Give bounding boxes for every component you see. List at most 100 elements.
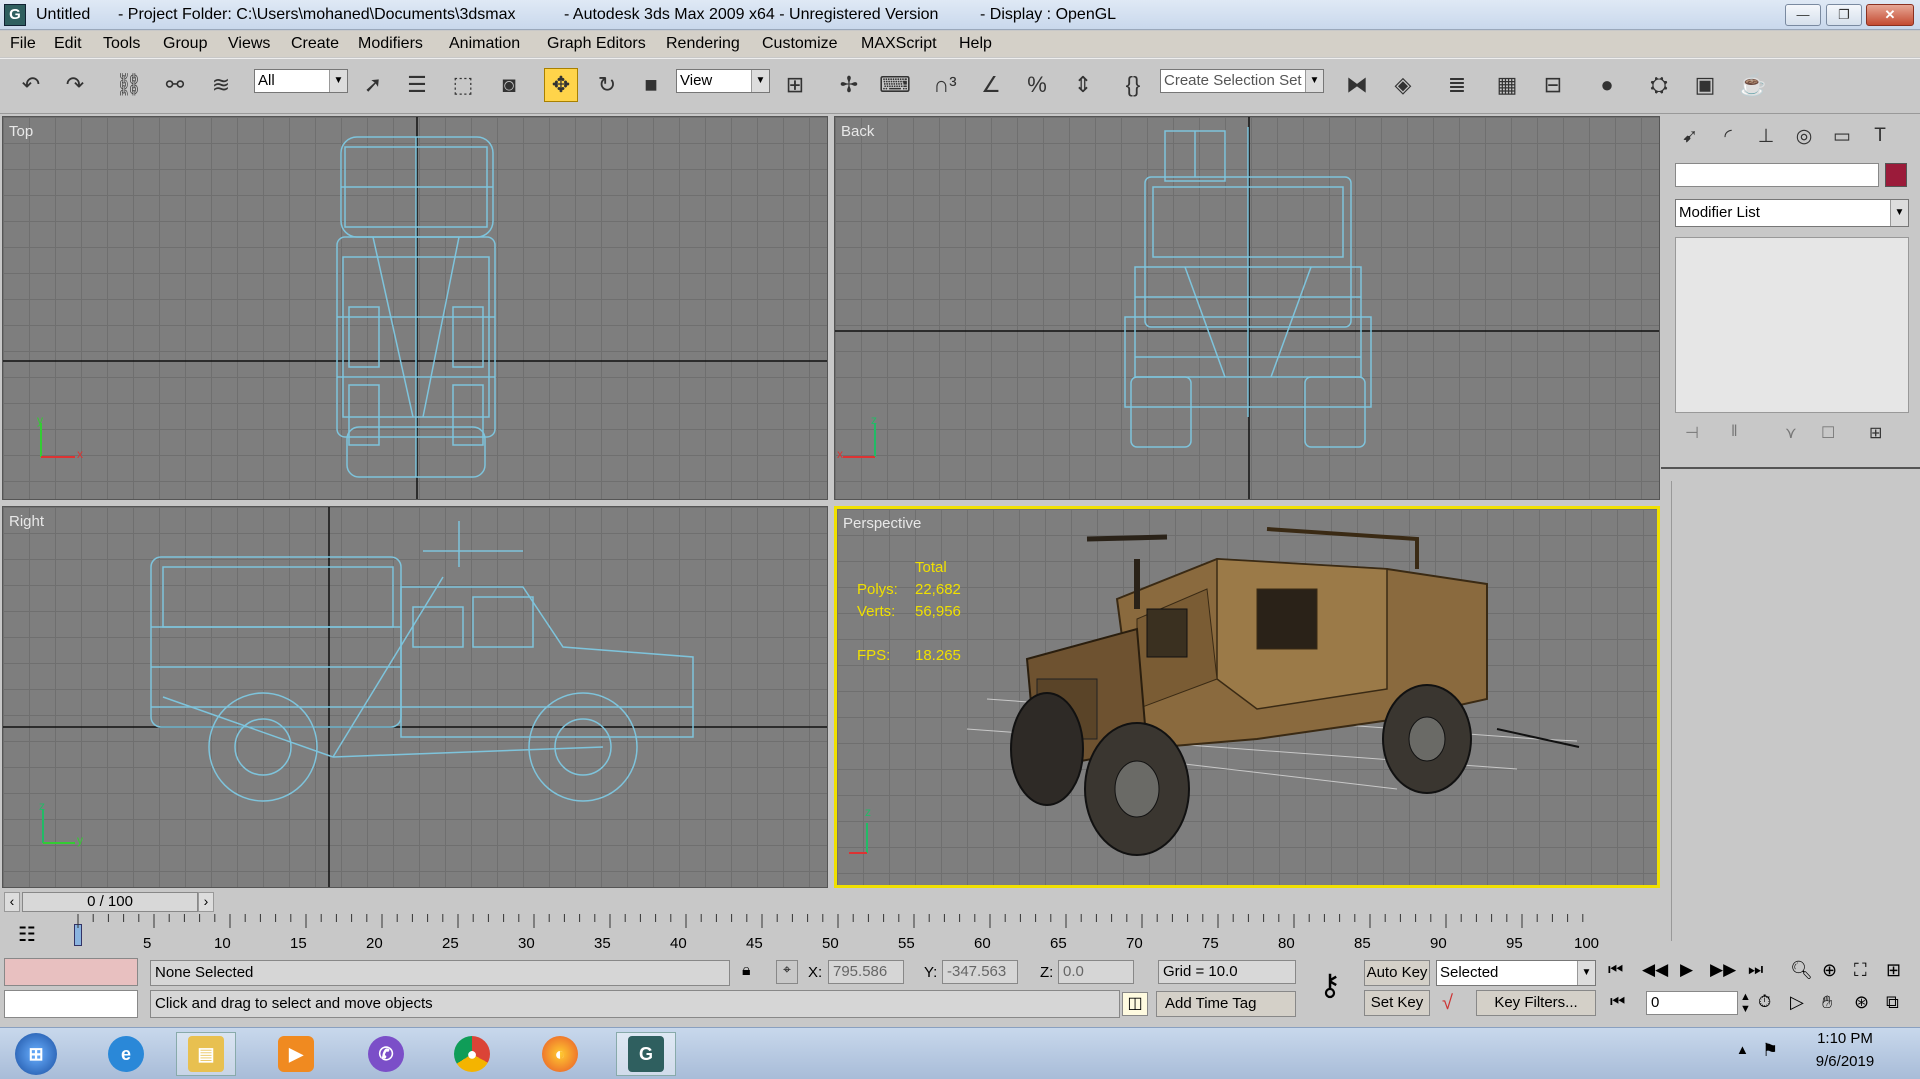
modify-tab-icon[interactable]: ◜ (1711, 121, 1745, 151)
app-icon[interactable]: G (4, 4, 26, 26)
make-unique-icon[interactable]: ⋎ (1785, 423, 1797, 443)
menu-help[interactable]: Help (959, 35, 992, 53)
key-filters-button[interactable]: Key Filters... (1476, 990, 1596, 1016)
create-tab-icon[interactable]: ➹ (1673, 121, 1707, 151)
selection-filter-dropdown[interactable]: All ▼ (254, 69, 348, 93)
pin-stack-icon[interactable]: ⊣ (1685, 423, 1699, 443)
key-mode-dropdown[interactable]: Selected ▼ (1436, 960, 1596, 986)
internet-explorer-icon[interactable]: e (96, 1032, 156, 1076)
set-key-button[interactable]: Set Key (1364, 990, 1430, 1016)
viber-icon[interactable]: ✆ (356, 1032, 416, 1076)
play-icon[interactable]: ▶ (1680, 960, 1693, 980)
file-explorer-icon[interactable]: ▤ (176, 1032, 236, 1076)
close-button[interactable]: ✕ (1866, 4, 1914, 26)
auto-key-button[interactable]: Auto Key (1364, 960, 1430, 986)
next-frame-icon[interactable]: ▶▶ (1710, 960, 1736, 980)
x-coord-field[interactable]: 795.586 (828, 960, 904, 984)
snap-3-icon[interactable]: ∩³ (928, 68, 962, 102)
rotate-icon[interactable]: ↻ (590, 68, 624, 102)
redo-icon[interactable]: ↷ (58, 68, 92, 102)
go-to-end-icon[interactable]: ⏭ (1748, 960, 1763, 980)
set-key-icon[interactable]: ⚷ (1310, 968, 1350, 1008)
hierarchy-tab-icon[interactable]: ⊥ (1749, 121, 1783, 151)
motion-tab-icon[interactable]: ◎ (1787, 121, 1821, 151)
align-icon[interactable]: ◈ (1386, 68, 1420, 102)
mini-curve-editor-icon[interactable]: ☷ (18, 922, 36, 947)
object-color-swatch[interactable] (1885, 163, 1907, 187)
menu-create[interactable]: Create (291, 35, 339, 53)
zoom-extents-all-icon[interactable]: ⊞ (1886, 960, 1901, 981)
viewport-top[interactable]: Top y x (2, 116, 828, 500)
frame-spinner-icon[interactable]: ▲ ▼ (1740, 991, 1751, 1015)
track-bar[interactable]: ☷ 5 10 15 20 25 30 35 40 45 50 55 60 65 … (0, 914, 1660, 956)
clock-date[interactable]: 9/6/2019 (1800, 1053, 1890, 1070)
orbit-icon[interactable]: ⊛ (1854, 992, 1869, 1013)
time-config-icon[interactable]: ⏱ (1758, 992, 1771, 1012)
viewport-back[interactable]: Back z x (834, 116, 1660, 500)
3dsmax-icon[interactable]: G (616, 1032, 676, 1076)
absolute-mode-icon[interactable]: ⌖ (776, 960, 798, 984)
menu-views[interactable]: Views (228, 35, 270, 53)
select-link-icon[interactable]: ⛓ (112, 68, 146, 102)
scale-icon[interactable]: ■ (634, 68, 668, 102)
configure-modifier-sets-icon[interactable]: ⊞ (1869, 423, 1882, 443)
restore-button[interactable]: ❐ (1826, 4, 1862, 26)
menu-maxscript[interactable]: MAXScript (861, 35, 937, 53)
go-to-start-icon[interactable]: ⏮ (1608, 960, 1623, 980)
add-time-tag-button[interactable]: Add Time Tag (1156, 991, 1296, 1017)
show-hidden-icons-icon[interactable]: ▲ (1736, 1042, 1749, 1057)
keyboard-shortcut-icon[interactable]: ⌨ (878, 68, 912, 102)
menu-graph-editors[interactable]: Graph Editors (547, 35, 646, 53)
zoom-icon[interactable]: 🔍︎ (1790, 960, 1813, 981)
unlink-icon[interactable]: ⚯ (158, 68, 192, 102)
menu-rendering[interactable]: Rendering (666, 35, 740, 53)
menu-edit[interactable]: Edit (54, 35, 82, 53)
percent-snap-icon[interactable]: % (1020, 68, 1054, 102)
material-editor-icon[interactable]: ● (1590, 68, 1624, 102)
ref-coord-dropdown[interactable]: View ▼ (676, 69, 770, 93)
y-coord-field[interactable]: -347.563 (942, 960, 1018, 984)
move-icon[interactable]: ✥ (544, 68, 578, 102)
selection-set-dropdown[interactable]: Create Selection Set ▼ (1160, 69, 1324, 93)
select-object-icon[interactable]: ➚ (356, 68, 390, 102)
menu-customize[interactable]: Customize (762, 35, 838, 53)
manipulate-icon[interactable]: ✢ (832, 68, 866, 102)
modifier-list-dropdown[interactable]: Modifier List ▼ (1675, 199, 1909, 227)
rect-select-icon[interactable]: ⬚ (446, 68, 480, 102)
menu-file[interactable]: File (10, 35, 36, 53)
pan-icon[interactable]: ✋︎ (1822, 992, 1832, 1013)
default-tangents-icon[interactable]: √ (1442, 992, 1453, 1015)
object-name-field[interactable] (1675, 163, 1879, 187)
maxscript-listener-mini[interactable] (4, 958, 138, 986)
rendered-frame-icon[interactable]: ▣ (1688, 68, 1722, 102)
remove-modifier-icon[interactable]: ☐ (1821, 423, 1835, 443)
lock-icon[interactable]: 🔒︎ (742, 962, 751, 980)
spinner-snap-icon[interactable]: ⇕ (1066, 68, 1100, 102)
field-of-view-icon[interactable]: ▷ (1790, 992, 1804, 1013)
named-selection-icon[interactable]: {} (1116, 68, 1150, 102)
maximize-viewport-icon[interactable]: ⧉ (1886, 992, 1899, 1013)
curve-editor-icon[interactable]: ▦ (1490, 68, 1524, 102)
menu-animation[interactable]: Animation (449, 35, 520, 53)
current-frame-field[interactable]: 0 (1646, 991, 1738, 1015)
menu-group[interactable]: Group (163, 35, 207, 53)
quick-render-icon[interactable]: ☕ (1736, 68, 1770, 102)
viewport-right[interactable]: Right z y (2, 506, 828, 888)
time-slider-thumb[interactable]: 0 / 100 (22, 892, 198, 912)
firefox-icon[interactable]: ◐ (530, 1032, 590, 1076)
show-end-result-icon[interactable]: ‖ (1731, 423, 1738, 441)
minimize-button[interactable]: — (1785, 4, 1821, 26)
select-by-name-icon[interactable]: ☰ (400, 68, 434, 102)
time-slider[interactable]: ‹ 0 / 100 › (0, 890, 1660, 914)
bind-space-warp-icon[interactable]: ≋ (204, 68, 238, 102)
previous-frame-icon[interactable]: ◀◀ (1642, 960, 1668, 980)
z-coord-field[interactable]: 0.0 (1058, 960, 1134, 984)
menu-tools[interactable]: Tools (103, 35, 140, 53)
maxscript-input[interactable] (4, 990, 138, 1018)
mirror-icon[interactable]: ⧓ (1340, 68, 1374, 102)
clock-time[interactable]: 1:10 PM (1800, 1030, 1890, 1047)
time-tag-icon[interactable]: ◫ (1122, 992, 1148, 1016)
menu-modifiers[interactable]: Modifiers (358, 35, 423, 53)
viewport-perspective[interactable]: Perspective Total Polys: 22,682 Verts: 5… (834, 506, 1660, 888)
prev-frame-arrow-icon[interactable]: ‹ (4, 892, 20, 912)
